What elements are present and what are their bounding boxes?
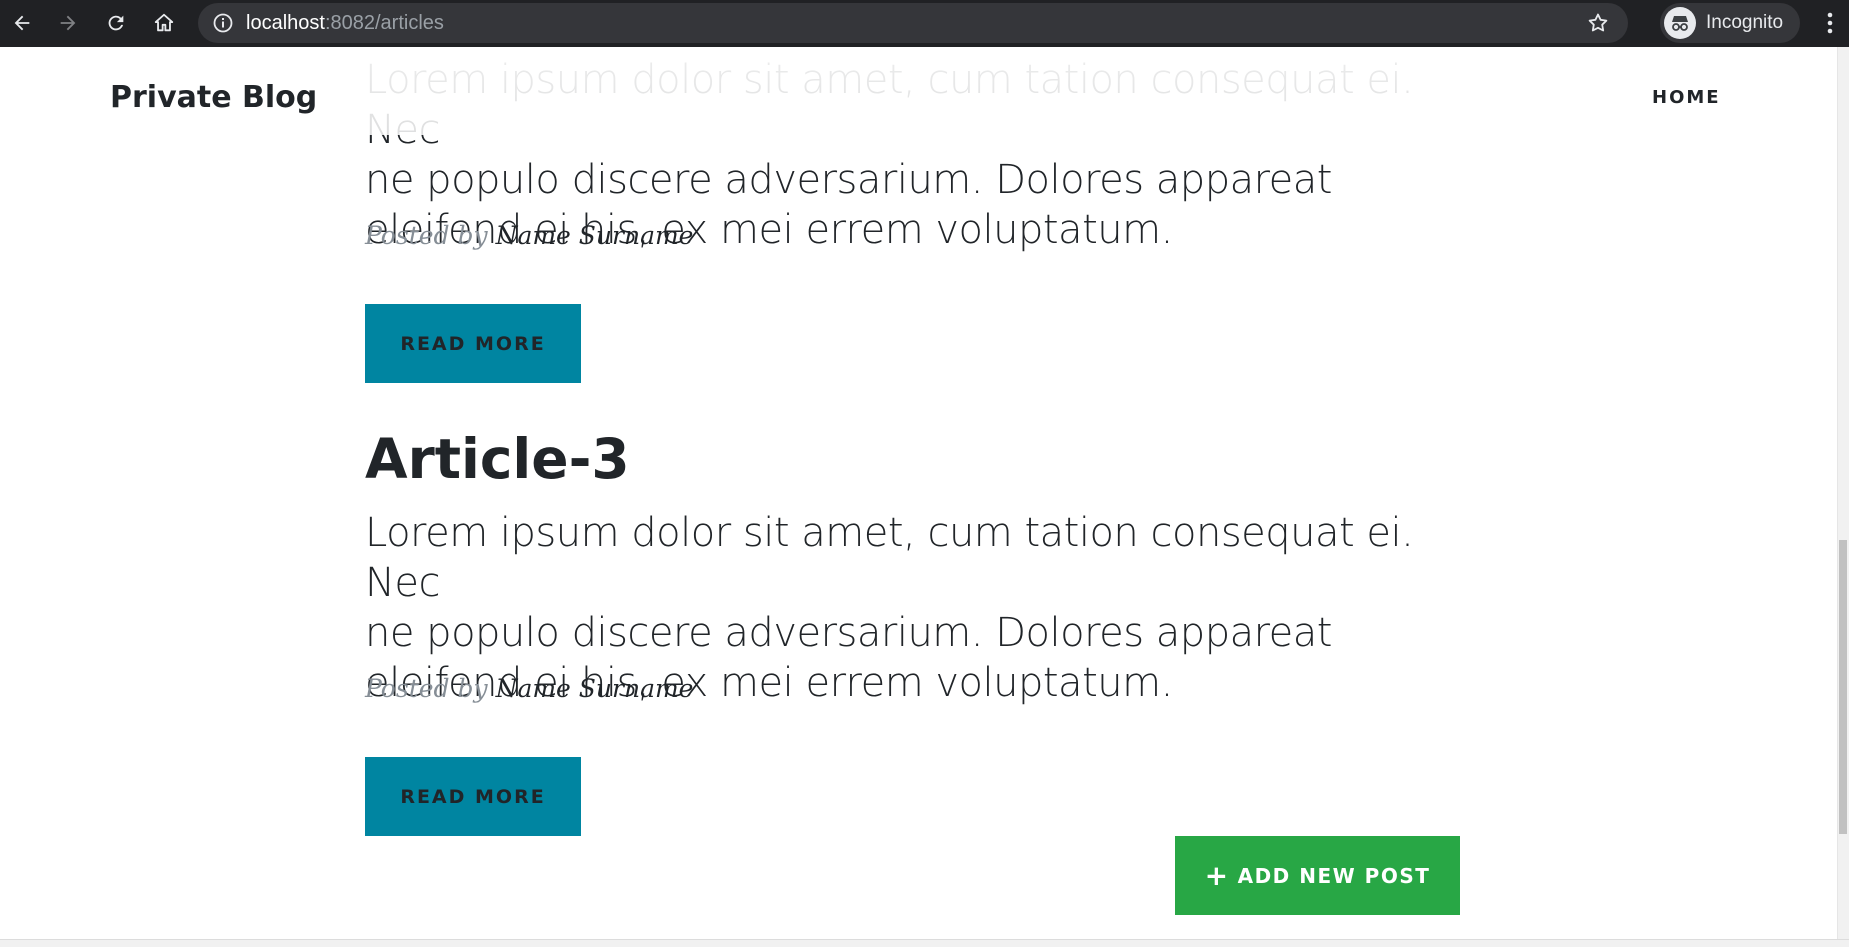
reload-button[interactable] [98,5,134,41]
read-more-button[interactable]: READ MORE [365,304,581,383]
back-arrow-icon [14,15,30,31]
home-button[interactable] [146,5,182,41]
posted-by-label: Posted by [365,674,488,703]
bookmark-star-icon[interactable] [1586,11,1610,35]
posted-by-label: Posted by [365,221,488,250]
add-new-post-button[interactable]: + ADD NEW POST [1175,836,1460,915]
incognito-icon [1664,7,1696,39]
back-button[interactable] [4,5,40,41]
read-more-button[interactable]: READ MORE [365,757,581,836]
site-brand[interactable]: Private Blog [110,80,317,115]
reload-icon [108,15,124,31]
page-viewport: Private Blog HOME Lorem ipsum dolor sit … [0,47,1837,939]
scrollbar-thumb[interactable] [1839,540,1847,834]
address-bar[interactable]: localhost:8082/articles [198,3,1628,43]
url-host: localhost [246,11,325,34]
excerpt-line: ne populo discere adversarium. Dolores a… [365,157,1332,203]
incognito-profile-button[interactable]: Incognito [1660,3,1800,43]
add-new-post-label: ADD NEW POST [1237,863,1431,888]
excerpt-line: ne populo discere adversarium. Dolores a… [365,610,1332,656]
profile-label: Incognito [1706,12,1784,33]
window-bottom-edge [0,939,1849,947]
excerpt-line: Lorem ipsum dolor sit amet, cum tation c… [365,510,1414,606]
author-name[interactable]: Name Surname [496,674,694,703]
url-path: :8082/articles [324,11,444,34]
article-title[interactable]: Article-3 [365,427,630,491]
forward-arrow-icon [60,15,76,31]
post-meta: Posted by Name Surname [365,674,693,703]
plus-icon: + [1204,859,1230,892]
browser-menu-icon[interactable] [1818,6,1842,40]
browser-toolbar: localhost:8082/articles Incognito [0,0,1849,47]
nav-home-link[interactable]: HOME [1652,87,1721,108]
url-text: localhost:8082/articles [246,12,444,35]
author-name[interactable]: Name Surname [496,221,694,250]
home-icon [154,13,174,32]
info-icon[interactable] [212,12,234,34]
forward-button[interactable] [50,5,86,41]
post-meta: Posted by Name Surname [365,221,693,250]
